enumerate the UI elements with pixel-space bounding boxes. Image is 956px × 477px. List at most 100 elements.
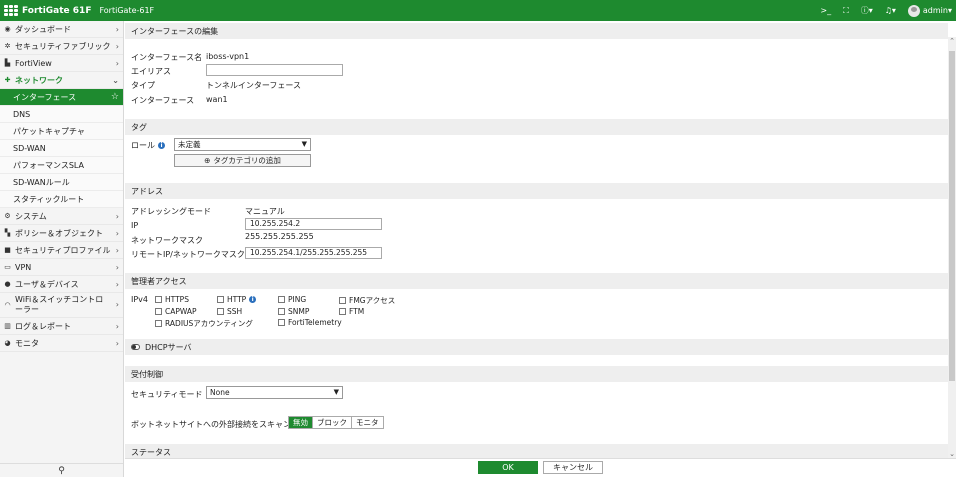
- user-menu[interactable]: admin ▾: [907, 4, 952, 17]
- sidebar-subitem-interfaces[interactable]: インターフェース ☆: [0, 89, 123, 106]
- scroll-up-icon[interactable]: ⌃: [948, 37, 956, 45]
- capwap-label: CAPWAP: [165, 307, 197, 316]
- ok-button[interactable]: OK: [478, 461, 538, 474]
- cli-console-icon[interactable]: >_: [820, 6, 831, 15]
- sidebar-item-monitor[interactable]: ◕ モニタ ›: [0, 335, 123, 352]
- sidebar-subitem-packet-capture[interactable]: パケットキャプチャ: [0, 123, 123, 140]
- section-edit-interface: インターフェースの編集: [125, 23, 948, 39]
- info-icon[interactable]: i: [158, 142, 165, 149]
- fmg-access-checkbox[interactable]: FMGアクセス: [339, 295, 395, 306]
- fortitelemetry-checkbox[interactable]: FortiTelemetry: [278, 318, 342, 327]
- sidebar-item-system[interactable]: ⚙ システム ›: [0, 208, 123, 225]
- notification-bell-icon[interactable]: ♫▾: [885, 6, 896, 15]
- sidebar-item-label: ポリシー＆オブジェクト: [15, 228, 103, 238]
- sidebar-item-label: ネットワーク: [15, 75, 63, 85]
- sidebar-item-label: セキュリティファブリック: [15, 41, 111, 51]
- ping-checkbox[interactable]: PING: [278, 295, 306, 304]
- sidebar-subitem-sd-wan-rules[interactable]: SD-WANルール: [0, 174, 123, 191]
- capwap-checkbox[interactable]: CAPWAP: [155, 307, 197, 316]
- main-scrollbar[interactable]: ⌃ ⌄: [948, 37, 956, 458]
- scroll-down-icon[interactable]: ⌄: [948, 450, 956, 458]
- sidebar-item-policy-objects[interactable]: ▚ ポリシー＆オブジェクト ›: [0, 225, 123, 242]
- sidebar-item-security-fabric[interactable]: ✲ セキュリティファブリック ›: [0, 38, 123, 55]
- radius-accounting-checkbox[interactable]: RADIUSアカウンティング: [155, 318, 253, 329]
- sidebar-item-label: モニタ: [15, 338, 39, 348]
- sidebar-item-label: ログ＆レポート: [15, 321, 71, 331]
- lock-icon: ■: [4, 246, 11, 254]
- remote-ip-label: リモートIP/ネットワークマスク: [131, 250, 245, 259]
- security-mode-select[interactable]: None ▼: [206, 386, 343, 399]
- form-footer: OK キャンセル: [125, 458, 956, 477]
- add-tag-category-label: タグカテゴリの追加: [213, 156, 281, 165]
- info-icon[interactable]: i: [249, 296, 257, 303]
- sidebar-item-label: ダッシュボード: [15, 24, 71, 34]
- remote-ip-input[interactable]: 10.255.254.1/255.255.255.255: [245, 247, 382, 259]
- sidebar-search[interactable]: ⚲: [0, 463, 123, 477]
- add-tag-category-button[interactable]: ⊕ タグカテゴリの追加: [174, 154, 311, 167]
- fortitelemetry-label: FortiTelemetry: [288, 318, 342, 327]
- dashboard-icon: ◉: [4, 25, 11, 33]
- fullscreen-icon[interactable]: ⛶: [843, 6, 849, 16]
- section-dhcp: DHCPサーバ: [125, 339, 948, 355]
- netmask-label: ネットワークマスク: [131, 236, 203, 245]
- pie-chart-icon: ◕: [4, 339, 11, 347]
- botnet-block-option[interactable]: ブロック: [313, 417, 352, 428]
- fortinet-logo-icon: [4, 4, 18, 17]
- sidebar-item-wifi-switch[interactable]: ◠ WiFi＆スイッチコントローラー ›: [0, 293, 123, 318]
- cancel-button[interactable]: キャンセル: [543, 461, 603, 474]
- sidebar-subitem-sd-wan[interactable]: SD-WAN: [0, 140, 123, 157]
- ssh-label: SSH: [227, 307, 243, 316]
- dhcp-server-toggle[interactable]: [131, 344, 140, 350]
- role-label-text: ロール: [131, 141, 155, 150]
- https-checkbox[interactable]: HTTPS: [155, 295, 189, 304]
- http-checkbox[interactable]: HTTP i: [217, 295, 257, 304]
- sidebar-item-network[interactable]: ✚ ネットワーク ⌄: [0, 72, 123, 89]
- sidebar-subitem-label: パフォーマンスSLA: [13, 160, 85, 170]
- addressing-mode-value[interactable]: マニュアル: [245, 206, 285, 217]
- help-icon[interactable]: ⓘ▾: [861, 5, 873, 16]
- search-icon[interactable]: ⚲: [58, 466, 65, 476]
- ping-label: PING: [288, 295, 307, 304]
- monitor-icon: ▭: [4, 263, 11, 271]
- alias-label: エイリアス: [131, 67, 171, 76]
- sidebar-item-label: FortiView: [15, 58, 52, 68]
- security-mode-label: セキュリティモード: [131, 390, 203, 399]
- chevron-right-icon: ›: [115, 338, 119, 348]
- chevron-right-icon: ›: [115, 228, 119, 238]
- ftm-checkbox[interactable]: FTM: [339, 307, 364, 316]
- sidebar-subitem-dns[interactable]: DNS: [0, 106, 123, 123]
- sidebar-subitem-performance-sla[interactable]: パフォーマンスSLA: [0, 157, 123, 174]
- sidebar-subitem-label: SD-WAN: [13, 143, 46, 153]
- sidebar-item-user-device[interactable]: ● ユーザ＆デバイス ›: [0, 276, 123, 293]
- chevron-right-icon: ›: [115, 262, 119, 272]
- interface-name-label: インターフェース名: [131, 53, 203, 62]
- wifi-icon: ◠: [4, 301, 11, 309]
- ssh-checkbox[interactable]: SSH: [217, 307, 242, 316]
- sidebar-item-vpn[interactable]: ▭ VPN ›: [0, 259, 123, 276]
- favorite-star-icon[interactable]: ☆: [111, 92, 119, 102]
- chevron-right-icon: ›: [115, 279, 119, 289]
- sidebar-item-label: システム: [15, 211, 47, 221]
- top-right-tools: >_ ⛶ ⓘ▾ ♫▾ admin ▾: [820, 0, 952, 21]
- chevron-right-icon: ›: [115, 211, 119, 221]
- fortinet-logo[interactable]: FortiGate 61F FortiGate-61F: [0, 4, 154, 17]
- main-content: インターフェースの編集 インターフェース名 iboss-vpn1 エイリアス タ…: [125, 21, 948, 477]
- chevron-right-icon: ›: [115, 24, 119, 34]
- scrollbar-thumb[interactable]: [949, 51, 955, 381]
- sidebar-subitem-static-routes[interactable]: スタティックルート: [0, 191, 123, 208]
- ip-input[interactable]: 10.255.254.2: [245, 218, 382, 230]
- snmp-checkbox[interactable]: SNMP: [278, 307, 309, 316]
- chart-icon: ▙: [4, 59, 11, 67]
- botnet-monitor-option[interactable]: モニタ: [352, 417, 383, 428]
- sidebar-item-dashboard[interactable]: ◉ ダッシュボード ›: [0, 21, 123, 38]
- sidebar-item-security-profiles[interactable]: ■ セキュリティプロファイル ›: [0, 242, 123, 259]
- chevron-right-icon: ›: [115, 245, 119, 255]
- sidebar-item-log-report[interactable]: ▥ ログ＆レポート ›: [0, 318, 123, 335]
- http-label: HTTP: [227, 295, 247, 304]
- role-select[interactable]: 未定義 ▼: [174, 138, 311, 151]
- plus-circle-icon: ⊕: [204, 156, 211, 165]
- chevron-right-icon: ›: [115, 58, 119, 68]
- sidebar-item-fortiview[interactable]: ▙ FortiView ›: [0, 55, 123, 72]
- alias-input[interactable]: [206, 64, 343, 76]
- botnet-disable-option[interactable]: 無効: [289, 417, 313, 428]
